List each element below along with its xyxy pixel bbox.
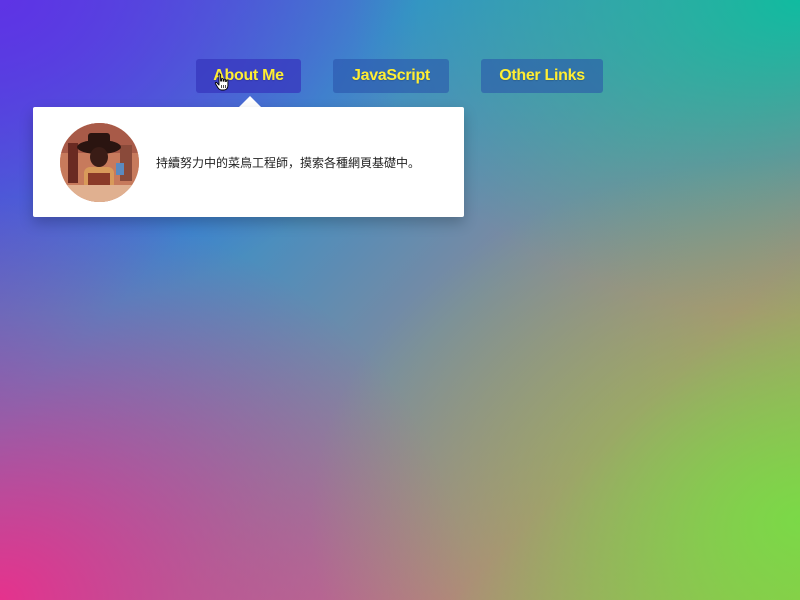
bio-text: 持續努力中的菜鳥工程師，摸索各種網頁基礎中。 — [156, 156, 421, 170]
nav-link-javascript[interactable]: JavaScript — [333, 59, 449, 93]
nav-link-about-me[interactable]: About Me — [196, 59, 301, 93]
top-nav: About Me JavaScript Other Links — [0, 59, 800, 93]
avatar-image — [60, 123, 139, 202]
dropdown-arrow — [239, 96, 261, 107]
nav-link-other-links[interactable]: Other Links — [481, 59, 603, 93]
about-me-dropdown: 持續努力中的菜鳥工程師，摸索各種網頁基礎中。 — [33, 107, 464, 217]
avatar — [60, 123, 139, 202]
